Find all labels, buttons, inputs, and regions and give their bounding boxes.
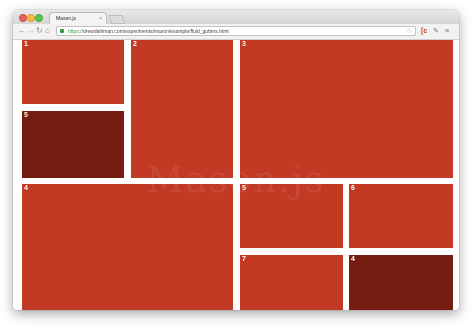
extension-icon[interactable]: [c	[421, 27, 427, 36]
menu-icon[interactable]: ≡	[445, 27, 449, 36]
masonry-tile-6: 6	[349, 184, 453, 248]
masonry-tile-7: 7	[240, 255, 343, 310]
close-window-button[interactable]	[19, 14, 27, 22]
tile-number: 6	[351, 185, 355, 192]
address-bar[interactable]: https://drewdahlman.com/experiments/maso…	[56, 26, 416, 36]
masonry-tile-5-dark: 5	[22, 111, 124, 178]
page-content: 1 2 3 5 4 5 6 7 4 Mason.js	[13, 40, 459, 310]
tile-number: 5	[24, 112, 28, 119]
minimize-window-button[interactable]	[27, 14, 35, 22]
tile-number: 5	[242, 185, 246, 192]
wrench-icon[interactable]: ✎	[433, 27, 439, 36]
masonry-tile-4: 4	[22, 184, 233, 310]
url-text: drewdahlman.com/experiments/mason/exampl…	[83, 29, 229, 35]
tile-number: 7	[242, 256, 246, 263]
tile-number: 1	[24, 41, 28, 48]
url-scheme: https://	[68, 29, 84, 35]
masonry-tile-1: 1	[22, 40, 124, 104]
bookmark-star-icon[interactable]: ☆	[406, 27, 412, 35]
browser-window: Mason.js × ← → ↻ ⌂ https://drewdahlman.c…	[13, 10, 459, 310]
tab-title: Mason.js	[56, 16, 77, 22]
new-tab-button[interactable]	[108, 15, 126, 24]
reload-icon[interactable]: ↻	[36, 26, 43, 36]
tile-number: 3	[242, 41, 246, 48]
forward-arrow-icon[interactable]: →	[27, 26, 35, 36]
maximize-window-button[interactable]	[35, 14, 43, 22]
masonry-tile-2: 2	[131, 40, 233, 178]
back-arrow-icon[interactable]: ←	[18, 26, 26, 36]
browser-tab[interactable]: Mason.js ×	[49, 12, 107, 24]
home-icon[interactable]: ⌂	[45, 26, 50, 36]
masonry-tile-3: 3	[240, 40, 453, 178]
masonry-tile-5: 5	[240, 184, 343, 248]
title-bar: Mason.js ×	[13, 10, 459, 24]
tile-number: 2	[133, 41, 137, 48]
masonry-tile-4-dark: 4	[349, 255, 453, 310]
lock-icon	[60, 29, 64, 33]
tile-number: 4	[351, 256, 355, 263]
tile-number: 4	[24, 185, 28, 192]
browser-toolbar: ← → ↻ ⌂ https://drewdahlman.com/experime…	[13, 24, 459, 40]
